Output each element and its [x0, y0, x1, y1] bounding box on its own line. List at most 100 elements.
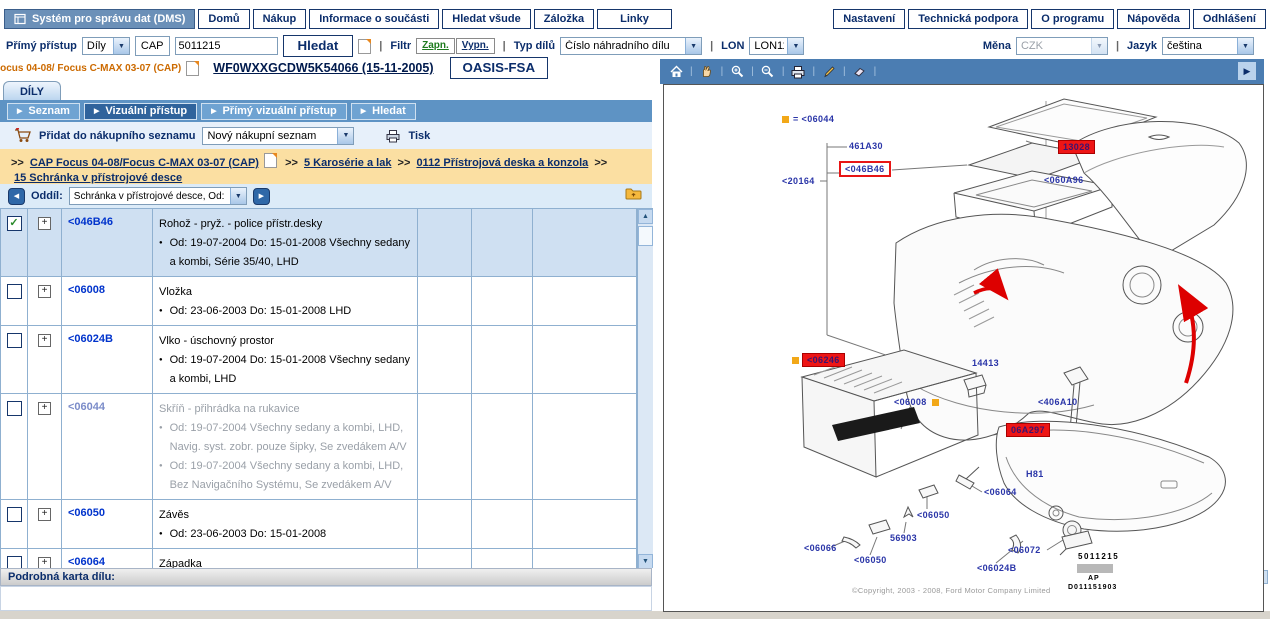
expand-icon[interactable]: + [38, 334, 51, 347]
chevron-down-icon[interactable]: ▼ [113, 38, 129, 54]
breadcrumb-section-link[interactable]: 15 Schránka v přístrojové desce [14, 172, 182, 184]
menu-home[interactable]: Domů [198, 9, 249, 29]
part-callout[interactable]: 14413 [972, 358, 999, 368]
menu-part-info[interactable]: Informace o součásti [309, 9, 439, 29]
breadcrumb-group-link[interactable]: 5 Karosérie a lak [304, 157, 391, 169]
section-select[interactable]: Schránka v přístrojové desce, Od: 23-06-… [69, 187, 247, 205]
row-checkbox[interactable] [7, 507, 22, 522]
expand-icon[interactable]: + [38, 285, 51, 298]
view-list-button[interactable]: ▶Seznam [7, 103, 80, 120]
folder-up-icon[interactable] [625, 187, 642, 204]
breadcrumb-page-icon[interactable] [264, 153, 277, 168]
tab-parts[interactable]: DÍLY [3, 81, 61, 101]
eraser-icon[interactable] [850, 63, 870, 81]
part-number-link[interactable]: <046B46 [62, 209, 153, 276]
part-number-link[interactable]: <06050 [62, 500, 153, 548]
chevron-down-icon[interactable]: ▼ [337, 128, 353, 144]
menu-links[interactable]: Linky [597, 9, 672, 29]
menu-logout[interactable]: Odhlášení [1193, 9, 1266, 29]
zoom-in-icon[interactable] [727, 63, 747, 81]
part-callout[interactable]: <06050 [854, 555, 887, 565]
catalog-box[interactable]: CAP [135, 36, 170, 56]
view-direct-visual-button[interactable]: ▶Přímý vizuální přístup [201, 103, 347, 120]
part-callout[interactable]: 461A30 [849, 141, 883, 151]
table-row[interactable]: ✓ + <046B46 Rohož - pryž. - police příst… [1, 209, 637, 277]
part-callout[interactable]: <20164 [782, 176, 815, 186]
part-number-link[interactable]: <06008 [62, 277, 153, 325]
chevron-down-icon[interactable]: ▼ [230, 188, 246, 204]
part-callout-highlighted[interactable]: <06246 [792, 353, 845, 367]
menu-purchase[interactable]: Nákup [253, 9, 307, 29]
home-icon[interactable] [666, 63, 686, 81]
part-callout[interactable]: 56903 [890, 533, 917, 543]
part-search-input[interactable] [175, 37, 278, 55]
menu-tech-support[interactable]: Technická podpora [908, 9, 1028, 29]
print-icon[interactable] [788, 63, 808, 81]
view-search-button[interactable]: ▶Hledat [351, 103, 416, 120]
expand-icon[interactable]: + [38, 217, 51, 230]
prev-section-button[interactable]: ◀ [8, 188, 25, 205]
part-callout[interactable]: <06008 [894, 397, 939, 407]
part-callout[interactable]: <06064 [984, 487, 1017, 497]
language-select[interactable]: čeština▼ [1162, 37, 1254, 55]
shopping-list-select[interactable]: Nový nákupní seznam▼ [202, 127, 354, 145]
oasis-fsa-button[interactable]: OASIS-FSA [450, 57, 549, 79]
table-scrollbar[interactable]: ▲ ▼ [637, 209, 653, 568]
scroll-down-button[interactable]: ▼ [638, 554, 653, 568]
table-row[interactable]: + <06050 Závěs ●Od: 23-06-2003 Do: 15-01… [1, 500, 637, 549]
breadcrumb-catalog-link[interactable]: CAP Focus 04-08/Focus C-MAX 03-07 (CAP) [30, 157, 259, 169]
filter-on-button[interactable]: Zapn. [416, 38, 455, 54]
vehicle-page-icon[interactable] [186, 61, 199, 76]
part-number-link[interactable]: <06044 [62, 394, 153, 499]
scroll-up-button[interactable]: ▲ [638, 209, 653, 224]
breadcrumb-subgroup-link[interactable]: 0112 Přístrojová deska a konzola [416, 157, 588, 169]
expand-panel-button[interactable]: ▶ [1238, 62, 1256, 80]
part-callout-highlighted[interactable]: 13028 [1058, 140, 1095, 154]
row-checkbox[interactable] [7, 284, 22, 299]
annotate-pen-icon[interactable] [819, 63, 839, 81]
zoom-out-icon[interactable] [758, 63, 778, 81]
row-checkbox[interactable] [7, 556, 22, 568]
expand-icon[interactable]: + [38, 557, 51, 568]
part-callout[interactable]: <06066 [804, 543, 837, 553]
part-callout[interactable]: H81 [1026, 469, 1044, 479]
filter-off-button[interactable]: Vypn. [456, 38, 495, 54]
expand-icon[interactable]: + [38, 402, 51, 415]
part-callout-selected[interactable]: <046B46 [839, 161, 891, 177]
printer-icon[interactable] [385, 129, 401, 143]
copy-page-icon[interactable] [358, 39, 371, 54]
part-callout[interactable]: <06050 [917, 510, 950, 520]
next-section-button[interactable]: ▶ [253, 188, 270, 205]
scrollbar-thumb[interactable] [638, 226, 653, 246]
row-checkbox[interactable] [7, 333, 22, 348]
exploded-parts-diagram[interactable]: = <06044 461A30 <046B46 <20164 13028 <06… [663, 84, 1264, 612]
table-row[interactable]: + <06064 Západka ●Od: 23-06-2003 Do: 15-… [1, 549, 637, 568]
category-select[interactable]: Díly▼ [82, 37, 130, 55]
menu-help[interactable]: Nápověda [1117, 9, 1190, 29]
menu-search-all[interactable]: Hledat všude [442, 9, 530, 29]
add-to-shopping-list-label[interactable]: Přidat do nákupního seznamu [39, 130, 195, 142]
lon-select[interactable]: LON11▼ [749, 37, 804, 55]
part-callout[interactable]: <406A10 [1038, 397, 1078, 407]
table-row[interactable]: + <06044 Skříň - přihrádka na rukavice ●… [1, 394, 637, 500]
chevron-down-icon[interactable]: ▼ [1237, 38, 1253, 54]
row-checkbox-checked[interactable]: ✓ [7, 216, 22, 231]
row-checkbox[interactable] [7, 401, 22, 416]
chevron-down-icon[interactable]: ▼ [685, 38, 701, 54]
part-callout[interactable]: <06072 [1008, 545, 1041, 555]
table-row[interactable]: + <06024B Vlko - úschovný prostor ●Od: 1… [1, 326, 637, 394]
menu-about[interactable]: O programu [1031, 9, 1114, 29]
vin-link[interactable]: WF0WXXGCDW5K54066 (15-11-2005) [213, 61, 433, 75]
menu-bookmark[interactable]: Záložka [534, 9, 594, 29]
part-number-link[interactable]: <06024B [62, 326, 153, 393]
part-callout[interactable]: <06024B [977, 563, 1017, 573]
search-button[interactable]: Hledat [283, 35, 354, 57]
part-callout[interactable]: <060A96 [1044, 175, 1084, 185]
menu-settings[interactable]: Nastavení [833, 9, 905, 29]
table-row[interactable]: + <06008 Vložka ●Od: 23-06-2003 Do: 15-0… [1, 277, 637, 326]
chevron-down-icon[interactable]: ▼ [787, 38, 803, 54]
view-visual-access-button[interactable]: ▶Vizuální přístup [84, 103, 197, 120]
part-type-select[interactable]: Číslo náhradního dílu▼ [560, 37, 702, 55]
pan-hand-icon[interactable] [697, 63, 717, 81]
part-number-link[interactable]: <06064 [62, 549, 153, 568]
